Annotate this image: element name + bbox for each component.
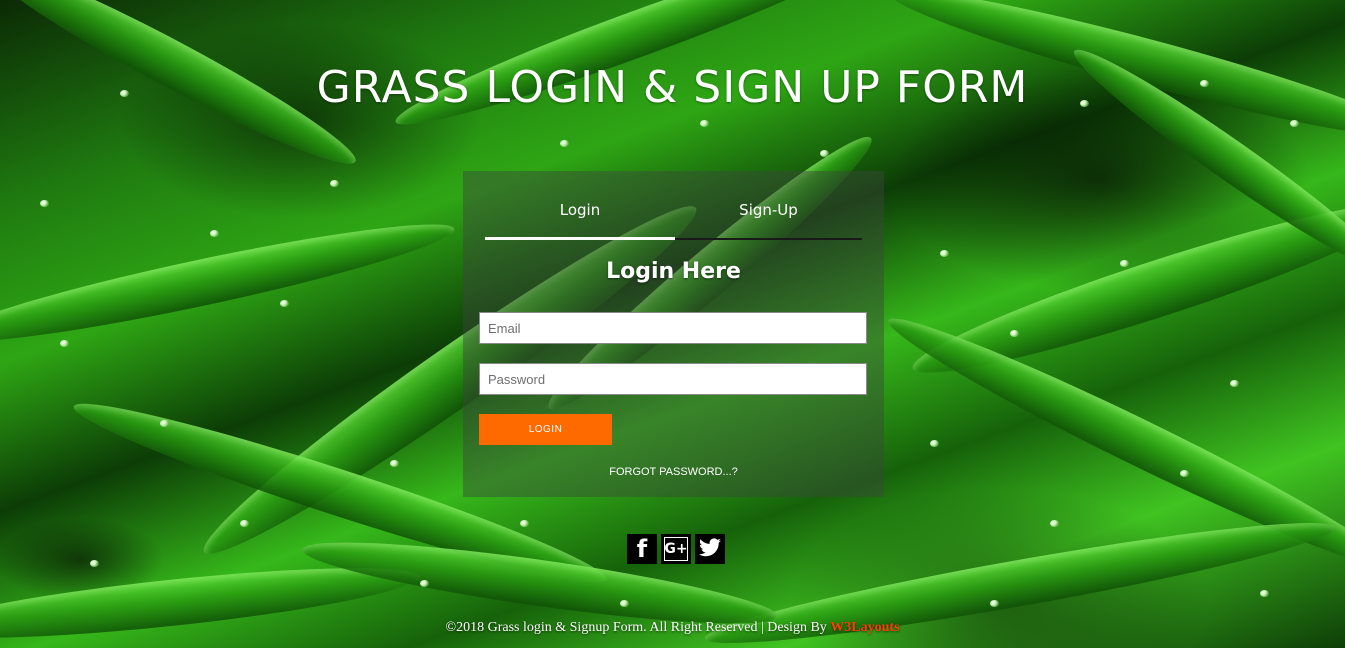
- twitter-link[interactable]: [695, 534, 725, 564]
- tab-signup[interactable]: Sign-Up: [675, 193, 862, 240]
- social-links: f G+: [627, 534, 725, 564]
- tab-bar: Login Sign-Up: [485, 193, 862, 240]
- login-button[interactable]: LOGIN: [479, 414, 612, 445]
- footer-link-w3layouts[interactable]: W3Layouts: [830, 620, 899, 635]
- tab-login[interactable]: Login: [485, 193, 675, 240]
- facebook-link[interactable]: f: [627, 534, 657, 564]
- forgot-password-link[interactable]: FORGOT PASSWORD...?: [463, 466, 884, 478]
- email-input[interactable]: [479, 312, 867, 344]
- password-input[interactable]: [479, 363, 867, 395]
- login-panel: Login Sign-Up Login Here LOGIN FORGOT PA…: [463, 171, 884, 497]
- facebook-icon: f: [636, 535, 648, 563]
- footer: ©2018 Grass login & Signup Form. All Rig…: [0, 620, 1345, 636]
- google-plus-link[interactable]: G+: [661, 534, 691, 564]
- footer-text: ©2018 Grass login & Signup Form. All Rig…: [445, 620, 831, 635]
- page-title: GRASS LOGIN & SIGN UP FORM: [316, 62, 1029, 113]
- form-heading: Login Here: [606, 259, 741, 284]
- twitter-icon: [699, 538, 721, 557]
- google-plus-icon: G+: [664, 537, 688, 561]
